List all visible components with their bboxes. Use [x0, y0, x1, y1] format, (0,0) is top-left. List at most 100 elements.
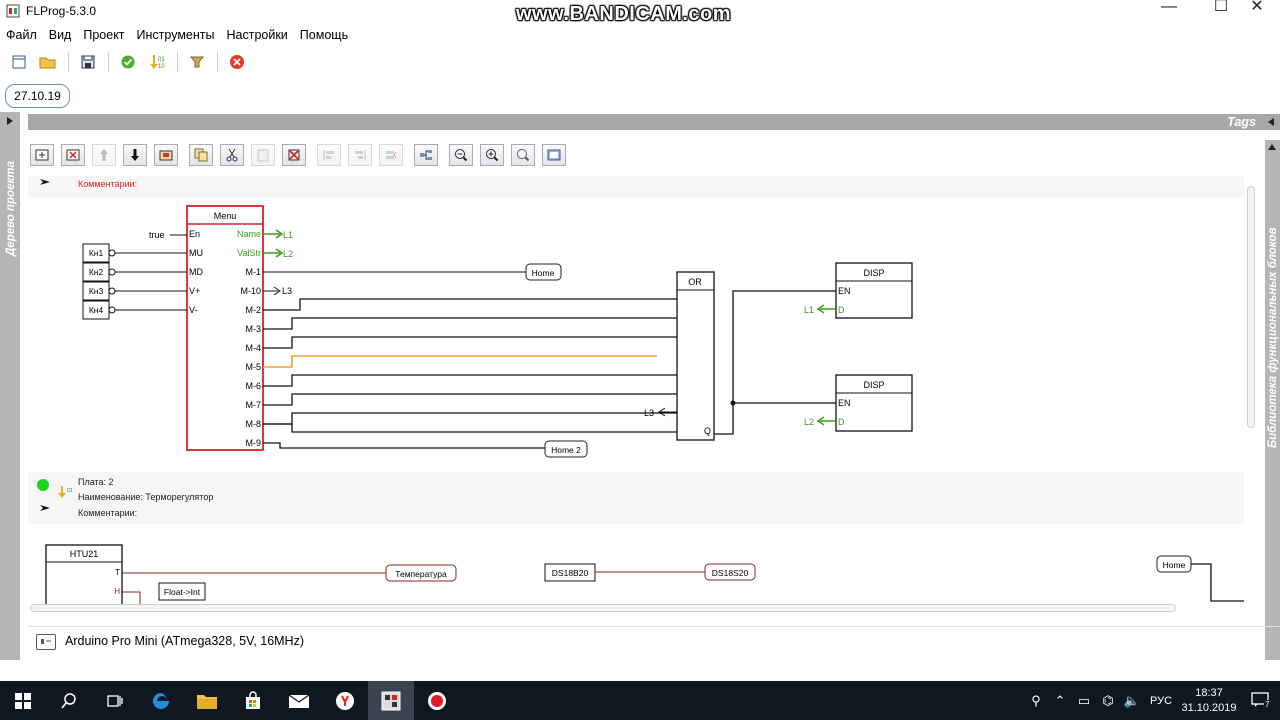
menu-help[interactable]: Помощь [294, 26, 354, 46]
tree-layout-button[interactable] [414, 144, 438, 166]
cut-button[interactable] [220, 144, 244, 166]
start-button[interactable] [0, 681, 46, 720]
float-to-int-block[interactable]: Float->Int [158, 582, 206, 601]
align-right-button[interactable] [348, 144, 372, 166]
menu-project[interactable]: Проект [77, 26, 130, 46]
or-block[interactable]: OR Q [676, 271, 715, 441]
diagram-canvas[interactable]: Комментарии: Menu En MU MD V+ V- Name Va… [28, 176, 1244, 606]
flprog-logo-icon [6, 4, 20, 18]
save-button[interactable] [77, 51, 99, 73]
home-jump-label[interactable]: Home [525, 263, 562, 281]
board-settings-button[interactable] [186, 51, 208, 73]
menu-settings[interactable]: Настройки [221, 26, 294, 46]
tag-l1-out[interactable]: L1 [263, 229, 293, 240]
svg-text:Кн1: Кн1 [89, 248, 104, 258]
move-down-button[interactable] [123, 144, 147, 166]
button-kn4[interactable]: Кн4 [82, 300, 187, 320]
menu-tools[interactable]: Инструменты [131, 26, 221, 46]
bandicam-button[interactable] [414, 681, 460, 720]
windows-logo-icon [15, 692, 31, 709]
tag-l2-out[interactable]: L2 [263, 248, 293, 259]
zoom-reset-button[interactable] [511, 144, 535, 166]
board-tab-date[interactable]: 27.10.19 [5, 84, 70, 108]
button-kn3[interactable]: Кн3 [82, 281, 187, 301]
funnel-icon [189, 56, 205, 68]
tag-l2-in[interactable]: L2 [804, 416, 836, 427]
disp-block-2[interactable]: DISP EN D [835, 374, 913, 432]
battery-icon[interactable]: ▭ [1072, 693, 1096, 709]
delete-board-button[interactable] [61, 144, 85, 166]
people-icon[interactable]: ⚲ [1024, 693, 1048, 709]
temperature-variable[interactable]: Температура [385, 564, 457, 582]
menu-out-m1: M-1 [246, 267, 262, 277]
menu-view[interactable]: Вид [43, 26, 78, 46]
search-icon [61, 692, 76, 709]
menu-bar: Файл Вид Проект Инструменты Настройки По… [0, 26, 354, 46]
block-library-rail[interactable]: Библиотека функциональных блоков [1265, 140, 1280, 660]
tags-bar[interactable]: Tags [28, 114, 1280, 130]
toolbar-divider [217, 52, 218, 72]
tag-l3-out[interactable]: L3 [263, 286, 292, 296]
edge-button[interactable] [138, 681, 184, 720]
copy-button[interactable] [189, 144, 213, 166]
chevron-up-icon[interactable]: ⌃ [1048, 693, 1072, 709]
fit-view-button[interactable] [542, 144, 566, 166]
svg-text:Home: Home [1163, 560, 1186, 570]
delete-block-button[interactable] [282, 144, 306, 166]
yandex-browser-button[interactable] [322, 681, 368, 720]
disp-block-1[interactable]: DISP EN D [835, 262, 913, 319]
volume-icon[interactable]: 🔈 [1120, 693, 1144, 709]
zoom-out-button[interactable] [449, 144, 473, 166]
home2-jump-label[interactable]: Home 2 [544, 440, 588, 458]
tag-l1-in[interactable]: L1 [804, 304, 836, 315]
ds18s20-variable[interactable]: DS18S20 [704, 563, 756, 581]
svg-text:DISP: DISP [863, 380, 884, 390]
menu-out-m9: M-9 [246, 438, 262, 448]
board-type-label[interactable]: Arduino Pro Mini (ATmega328, 5V, 16MHz) [65, 634, 304, 648]
menu-file[interactable]: Файл [0, 26, 43, 46]
compile-upload-button[interactable]: 01 10 [146, 51, 168, 73]
add-board-button[interactable] [30, 144, 54, 166]
htu21-block[interactable]: HTU21 T H [45, 544, 123, 606]
clock[interactable]: 18:37 31.10.2019 [1178, 686, 1240, 716]
move-up-button[interactable] [92, 144, 116, 166]
close-button[interactable]: ✕ [1234, 0, 1280, 24]
horizontal-scrollbar[interactable] [30, 604, 1176, 612]
network-icon[interactable]: ⌬ [1096, 693, 1120, 709]
wire-or-disp1 [714, 290, 836, 435]
open-project-button[interactable] [37, 51, 59, 73]
explorer-button[interactable] [184, 681, 230, 720]
button-kn2[interactable]: Кн2 [82, 262, 187, 282]
home-target-label[interactable]: Home [1156, 555, 1192, 573]
maximize-icon: ☐ [1213, 0, 1229, 15]
task-view-button[interactable] [92, 681, 138, 720]
ds18b20-block[interactable]: DS18B20 [544, 563, 596, 582]
mail-button[interactable] [276, 681, 322, 720]
stop-button[interactable] [226, 51, 248, 73]
board-properties-button[interactable] [154, 144, 178, 166]
store-button[interactable] [230, 681, 276, 720]
align-center-button[interactable] [379, 144, 403, 166]
button-kn1[interactable]: Кн1 [82, 243, 187, 263]
menu-block[interactable]: Menu En MU MD V+ V- Name ValStr M-1 M-10… [186, 205, 264, 451]
flprog-taskbar-button[interactable] [368, 681, 414, 720]
language-indicator[interactable]: РУС [1144, 695, 1178, 707]
board1-header [28, 176, 1244, 198]
scissors-icon [226, 148, 238, 162]
store-bag-icon [246, 690, 260, 709]
status-bar: Arduino Pro Mini (ATmega328, 5V, 16MHz) [28, 626, 1280, 656]
action-center-button[interactable]: 7 [1240, 681, 1280, 720]
minimize-button[interactable]: — [1146, 0, 1192, 24]
paste-button[interactable] [251, 144, 275, 166]
svg-text:Home: Home [532, 268, 555, 278]
vertical-scrollbar[interactable] [1246, 180, 1256, 600]
wire-home [1191, 563, 1244, 602]
svg-text:DISP: DISP [863, 268, 884, 278]
verify-button[interactable] [117, 51, 139, 73]
menu-in-vminus: V- [189, 305, 198, 315]
search-button[interactable] [46, 681, 92, 720]
zoom-in-button[interactable] [480, 144, 504, 166]
new-project-button[interactable] [8, 51, 30, 73]
align-left-button[interactable] [317, 144, 341, 166]
vertical-scroll-thumb[interactable] [1247, 186, 1255, 428]
